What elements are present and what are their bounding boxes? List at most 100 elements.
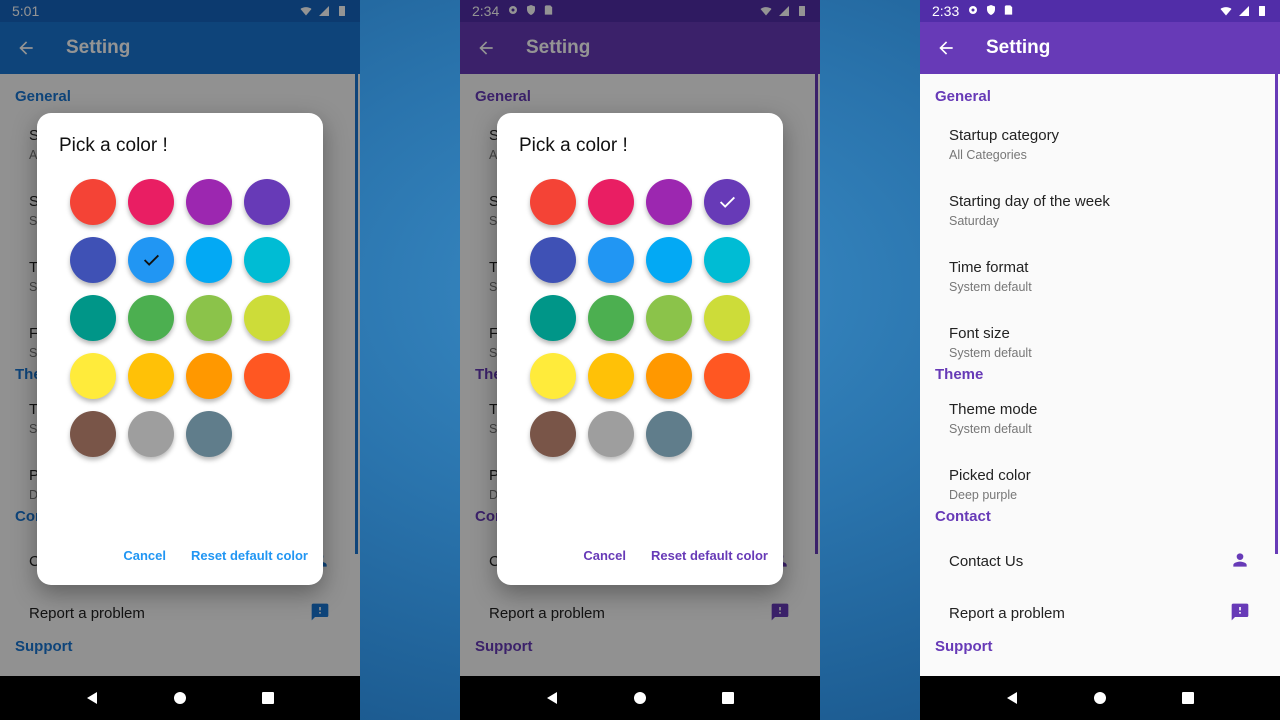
nav-home-icon[interactable] [633,691,647,705]
color-swatch[interactable] [128,353,174,399]
color-swatch[interactable] [128,295,174,341]
color-swatch[interactable] [186,179,232,225]
color-swatch[interactable] [530,411,576,457]
color-swatch[interactable] [530,353,576,399]
color-swatch[interactable] [186,295,232,341]
color-swatch[interactable] [186,237,232,283]
color-swatch[interactable] [530,237,576,283]
color-swatch[interactable] [588,237,634,283]
color-swatch-grid [530,179,750,457]
color-picker-dialog: Pick a color ! Cancel Reset default colo… [497,113,783,585]
color-swatch[interactable] [128,237,174,283]
wifi-icon [1220,7,1232,16]
color-swatch[interactable] [244,179,290,225]
setting-theme-mode[interactable]: Theme mode System default [920,392,1280,458]
setting-report-problem[interactable]: Report a problem [920,586,1280,638]
signal-icon [1239,6,1249,16]
color-swatch[interactable] [588,353,634,399]
color-swatch[interactable] [244,295,290,341]
setting-subtitle: Deep purple [949,488,1018,502]
color-swatch[interactable] [704,353,750,399]
section-header-contact: Contact [935,508,991,525]
settings-list: General Startup category All Categories … [920,74,1280,676]
setting-title: Theme mode [949,401,1038,418]
nav-home-icon[interactable] [1093,691,1107,705]
color-picker-dialog: Pick a color ! Cancel Reset default colo… [37,113,323,585]
nav-recents-icon[interactable] [721,691,735,705]
color-swatch[interactable] [646,179,692,225]
reset-default-color-button[interactable]: Reset default color [651,548,768,563]
person-icon [1233,553,1247,567]
setting-title: Picked color [949,467,1031,484]
status-bar: 2:33 [920,0,1280,22]
color-swatch[interactable] [186,411,232,457]
setting-subtitle: System default [949,422,1032,436]
setting-subtitle: System default [949,346,1032,360]
setting-time-format[interactable]: Time format System default [920,250,1280,316]
color-swatch[interactable] [646,411,692,457]
setting-title: Time format [949,259,1029,276]
phone-screen: 2:33 Setting General Startup category Al… [920,0,1280,720]
app-bar-title: Setting [986,37,1051,58]
phone-screen: 2:34 Setting General Startup category Al… [460,0,820,720]
dialog-actions: Cancel Reset default color [123,548,308,563]
setting-title: Starting day of the week [949,193,1110,210]
sd-card-icon [1005,5,1013,15]
reset-default-color-button[interactable]: Reset default color [191,548,308,563]
color-swatch[interactable] [588,411,634,457]
color-swatch[interactable] [70,179,116,225]
setting-starting-day[interactable]: Starting day of the week Saturday [920,184,1280,250]
checkmark-icon [143,254,159,266]
color-swatch[interactable] [186,353,232,399]
nav-back-icon[interactable] [545,691,559,705]
back-arrow-icon[interactable] [936,38,956,58]
color-swatch[interactable] [128,179,174,225]
nav-recents-icon[interactable] [261,691,275,705]
color-swatch[interactable] [128,411,174,457]
nav-home-icon[interactable] [173,691,187,705]
color-swatch[interactable] [70,295,116,341]
section-header-theme: Theme [935,366,984,383]
feedback-icon [1231,603,1249,621]
nav-back-icon[interactable] [1005,691,1019,705]
color-swatch[interactable] [646,295,692,341]
color-swatch[interactable] [588,179,634,225]
checkmark-icon [719,196,735,208]
scrollbar[interactable] [1275,74,1278,554]
color-swatch[interactable] [530,295,576,341]
color-swatch-grid [70,179,290,457]
setting-picked-color[interactable]: Picked color Deep purple [920,458,1280,508]
section-header-general: General [935,88,991,105]
navigation-bar [460,676,820,720]
color-swatch[interactable] [244,237,290,283]
navigation-bar [0,676,360,720]
color-swatch[interactable] [70,237,116,283]
navigation-bar [920,676,1280,720]
shield-icon [987,5,996,15]
setting-startup-category[interactable]: Startup category All Categories [920,118,1280,184]
setting-font-size[interactable]: Font size System default [920,316,1280,366]
setting-subtitle: System default [949,280,1032,294]
cancel-button[interactable]: Cancel [583,548,626,563]
status-time: 2:33 [932,3,960,19]
dialog-title: Pick a color ! [59,135,168,156]
color-swatch[interactable] [588,295,634,341]
color-swatch[interactable] [244,353,290,399]
color-swatch[interactable] [70,411,116,457]
color-swatch[interactable] [704,237,750,283]
color-swatch[interactable] [646,353,692,399]
cancel-button[interactable]: Cancel [123,548,166,563]
color-swatch[interactable] [704,179,750,225]
nav-recents-icon[interactable] [1181,691,1195,705]
setting-title: Font size [949,325,1010,342]
color-swatch[interactable] [646,237,692,283]
color-swatch[interactable] [70,353,116,399]
color-swatch[interactable] [530,179,576,225]
setting-subtitle: All Categories [949,148,1027,162]
setting-subtitle: Saturday [949,214,1000,228]
color-swatch[interactable] [704,295,750,341]
app-bar: Setting [920,22,1280,74]
nav-back-icon[interactable] [85,691,99,705]
setting-contact-us[interactable]: Contact Us [920,534,1280,586]
setting-title: Startup category [949,127,1060,144]
